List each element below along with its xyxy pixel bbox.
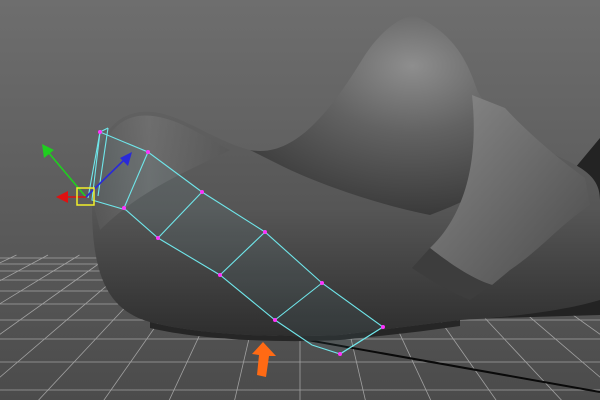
vertex[interactable] <box>146 150 150 154</box>
vertex[interactable] <box>273 318 277 322</box>
vertex[interactable] <box>218 273 222 277</box>
vertex[interactable] <box>381 325 385 329</box>
viewport-canvas[interactable] <box>0 0 600 400</box>
vertex[interactable] <box>338 352 342 356</box>
vertex[interactable] <box>200 190 204 194</box>
vertex[interactable] <box>156 236 160 240</box>
vertex[interactable] <box>98 130 102 134</box>
vertex[interactable] <box>122 206 126 210</box>
perspective-viewport[interactable] <box>0 0 600 400</box>
vertex[interactable] <box>320 281 324 285</box>
vertex[interactable] <box>263 230 267 234</box>
